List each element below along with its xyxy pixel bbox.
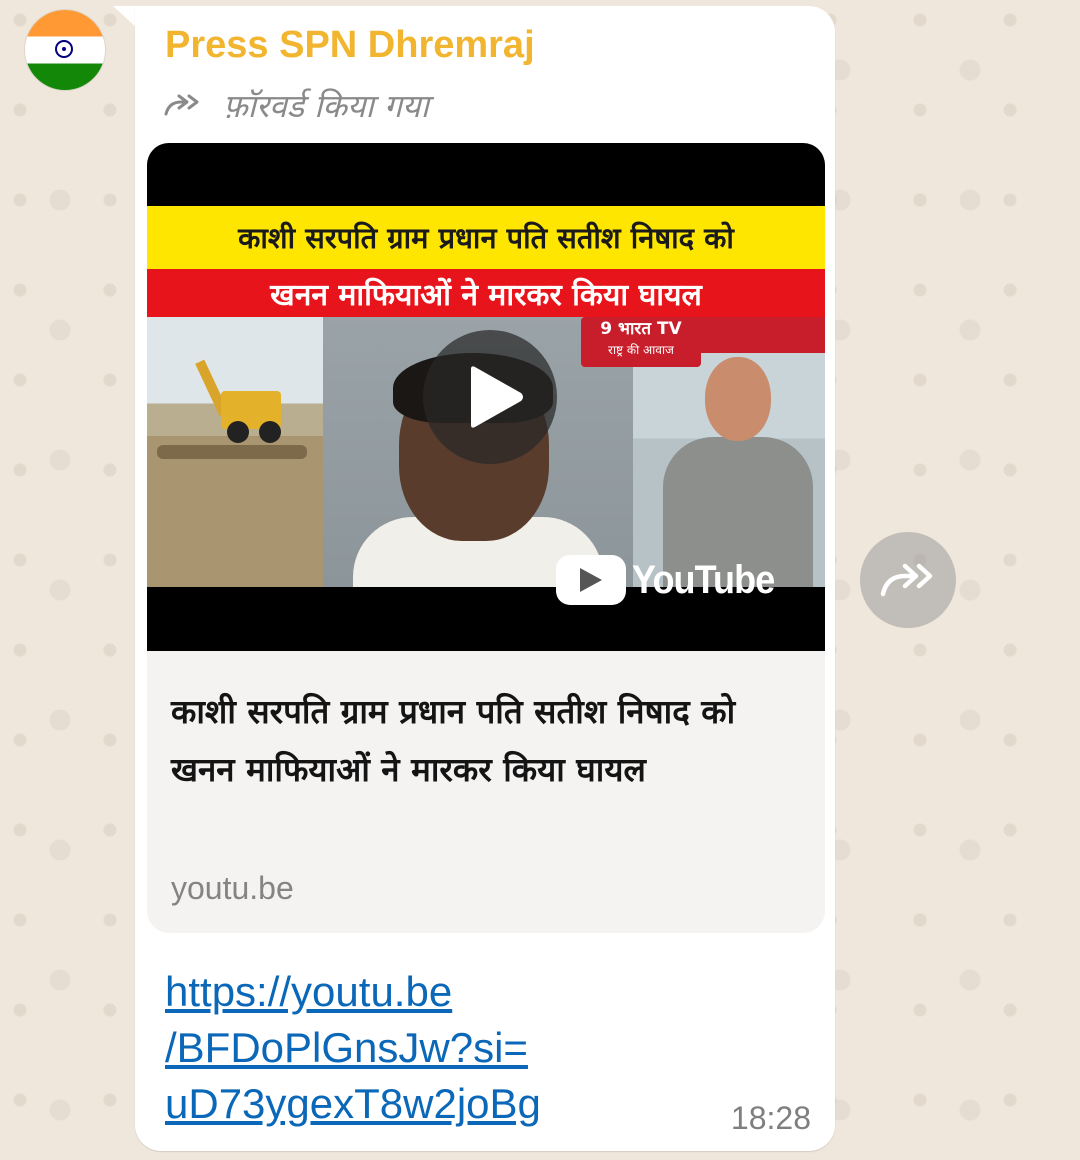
link-preview-title[interactable]: काशी सरपति ग्राम प्रधान पति सतीश निषाद क… xyxy=(171,683,791,799)
forwarded-label: फ़ॉरवर्ड किया गया xyxy=(223,87,429,125)
youtube-play-icon xyxy=(556,555,626,605)
youtube-logo: YouTube xyxy=(556,555,790,605)
thumbnail-headline-bottom: खनन माफियाओं ने मारकर किया घायल xyxy=(147,269,825,317)
forward-share-button[interactable] xyxy=(860,532,956,628)
sender-name[interactable]: Press SPN Dhremraj xyxy=(165,24,535,67)
forwarded-indicator: फ़ॉरवर्ड किया गया xyxy=(163,84,429,127)
play-button[interactable] xyxy=(423,330,557,464)
message-timestamp: 18:28 xyxy=(730,1100,811,1136)
youtube-wordmark: YouTube xyxy=(632,557,775,602)
link-preview-card[interactable]: काशी सरपति ग्राम प्रधान पति सतीश निषाद क… xyxy=(147,143,825,933)
excavator-photo xyxy=(147,317,323,587)
thumbnail-headline-top: काशी सरपति ग्राम प्रधान पति सतीश निषाद क… xyxy=(147,206,825,269)
forward-share-icon xyxy=(880,563,933,597)
ashoka-chakra-icon xyxy=(55,40,73,58)
sender-avatar[interactable] xyxy=(25,10,105,90)
link-preview-domain: youtu.be xyxy=(171,870,294,906)
message-url-link[interactable]: https://youtu.be /BFDoPlGnsJw?si= uD73yg… xyxy=(165,964,705,1132)
bubble-tail xyxy=(113,6,137,28)
forwarded-arrows-icon xyxy=(164,94,199,115)
video-thumbnail[interactable]: काशी सरपति ग्राम प्रधान पति सतीश निषाद क… xyxy=(147,143,825,651)
channel-logo: 9 भारत TV राष्ट्र की आवाज xyxy=(581,317,701,367)
message-bubble[interactable]: Press SPN Dhremraj फ़ॉरवर्ड किया गया काश… xyxy=(135,6,835,1151)
play-icon xyxy=(471,366,523,428)
